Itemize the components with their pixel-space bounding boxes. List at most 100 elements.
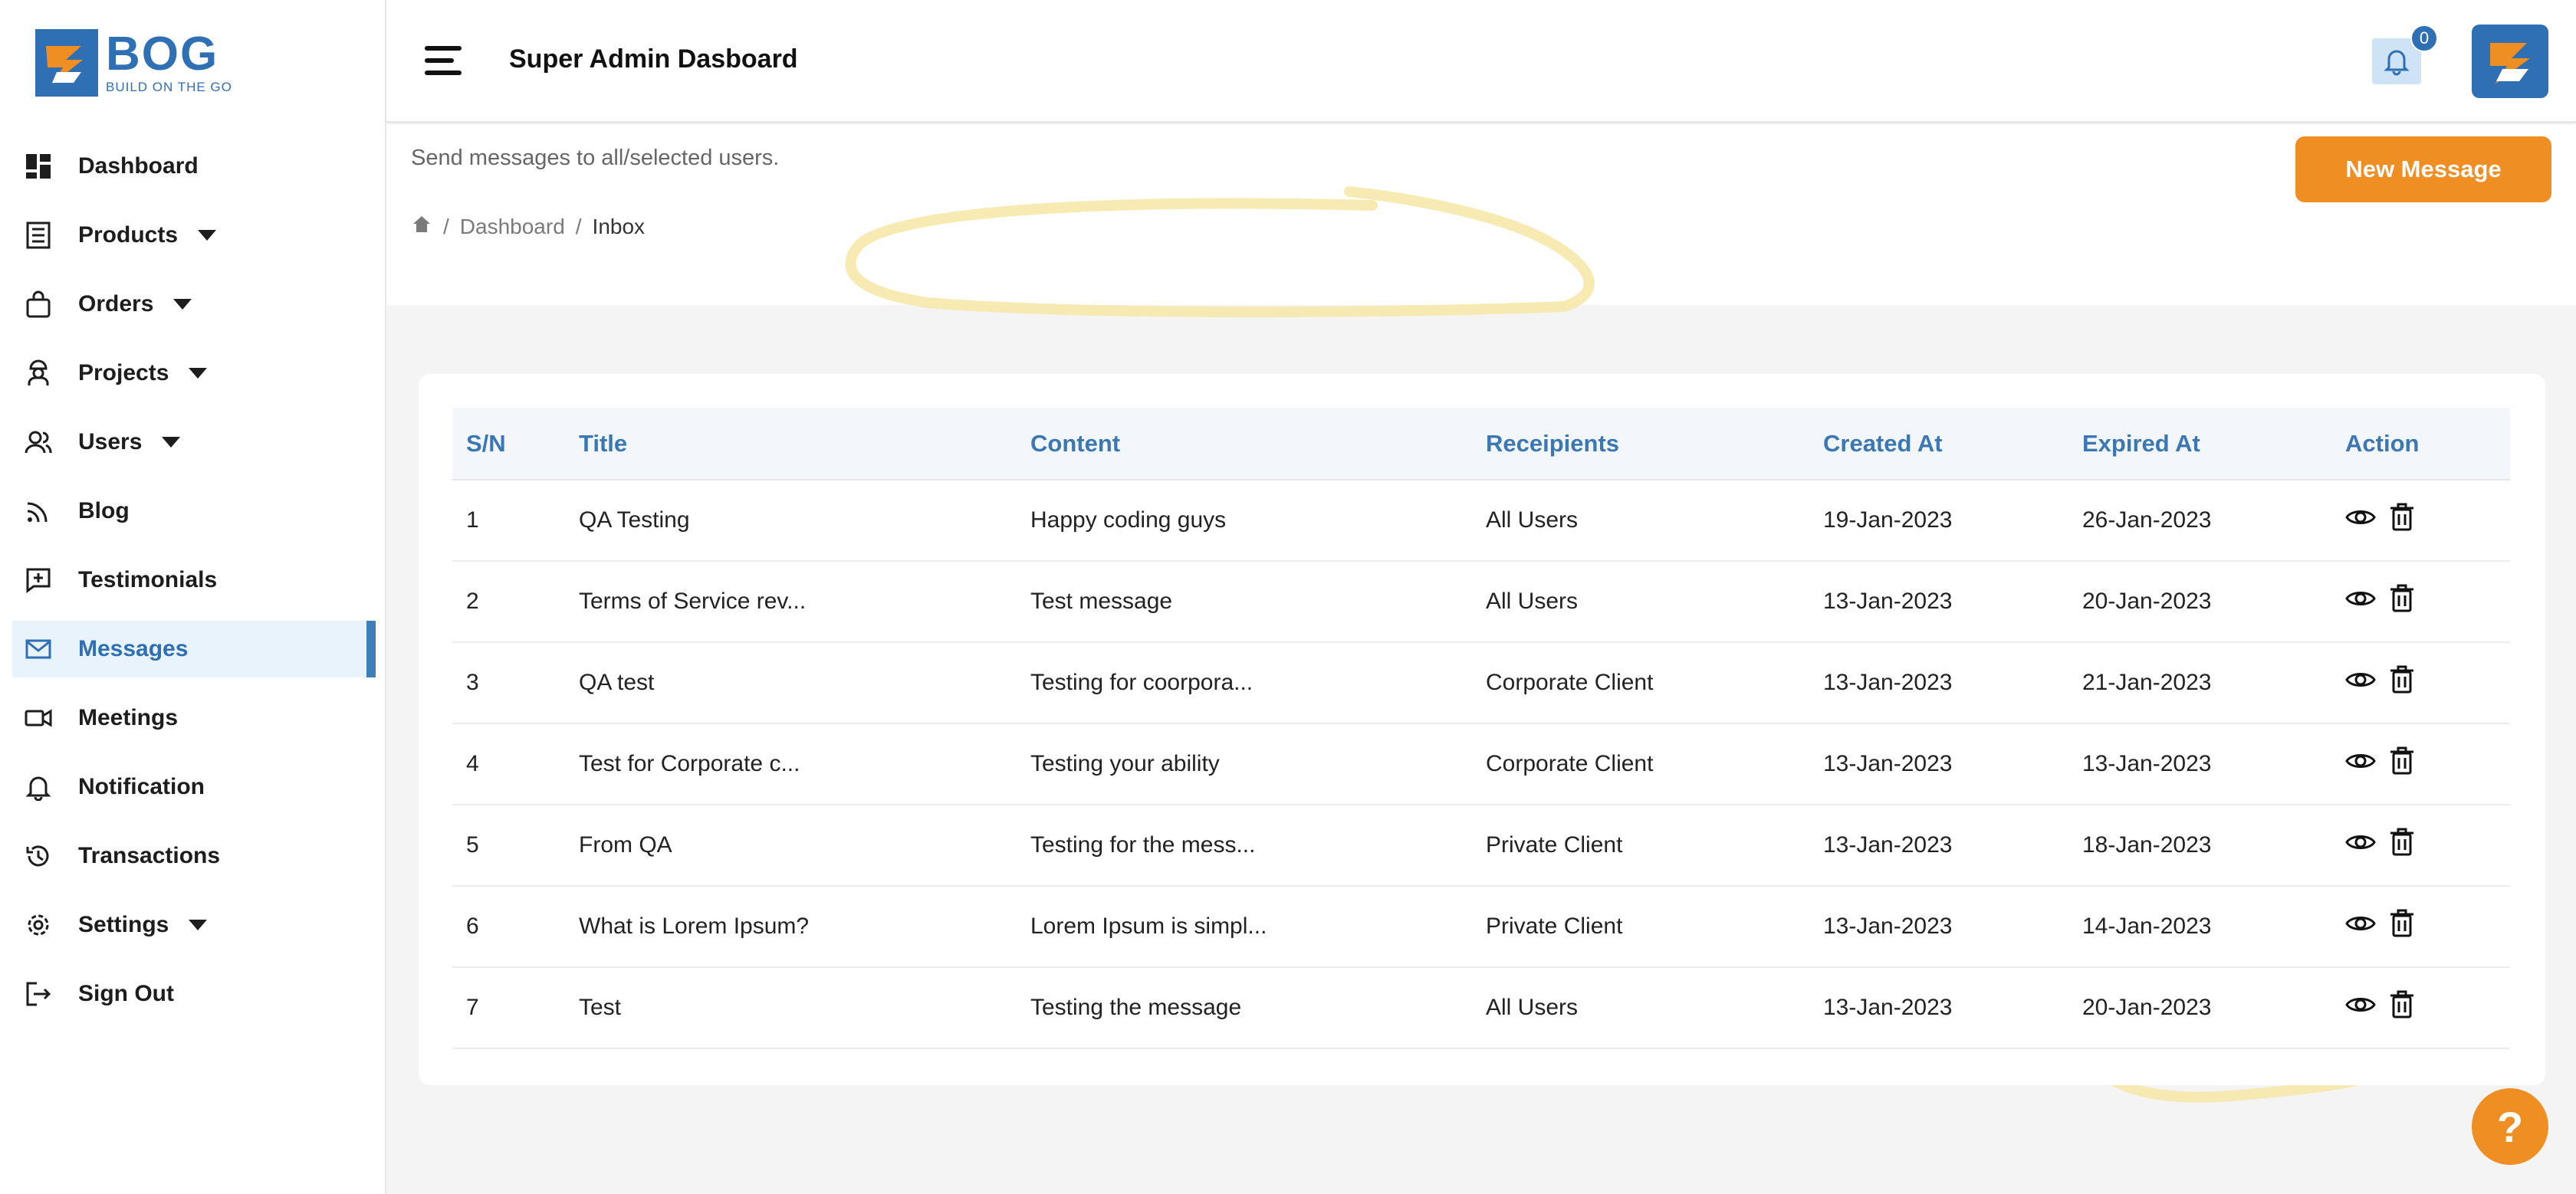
trash-icon[interactable] — [2388, 989, 2416, 1026]
sidebar-item-users[interactable]: Users — [12, 414, 376, 471]
column-header: Action — [2331, 408, 2510, 481]
eye-icon[interactable] — [2345, 746, 2376, 782]
brand-tagline: BUILD ON THE GO — [106, 80, 232, 94]
cell-actions — [2331, 480, 2510, 562]
column-header[interactable]: Content — [1017, 408, 1472, 481]
eye-icon[interactable] — [2345, 502, 2376, 539]
eye-icon[interactable] — [2345, 989, 2376, 1026]
cell-title: Test for Corporate c... — [565, 723, 1017, 805]
sidebar-item-label: Messages — [78, 636, 189, 661]
cell-content: Testing your ability — [1017, 723, 1472, 805]
sidebar-item-sign-out[interactable]: Sign Out — [12, 966, 376, 1022]
bag-icon — [23, 289, 54, 320]
cell-created-at: 13-Jan-2023 — [1809, 642, 2068, 724]
cell-title: Test — [565, 967, 1017, 1049]
table-header-row: S/N Title Content Receipients Created At… — [452, 408, 2510, 481]
notification-count-badge: 0 — [2410, 25, 2438, 52]
cell-created-at: 13-Jan-2023 — [1809, 967, 2068, 1049]
sidebar-item-notification[interactable]: Notification — [12, 759, 376, 815]
trash-icon[interactable] — [2388, 746, 2416, 782]
sidebar-item-orders[interactable]: Orders — [12, 276, 376, 333]
menu-toggle-icon[interactable] — [425, 46, 462, 77]
trash-icon[interactable] — [2388, 827, 2416, 864]
column-header[interactable]: S/N — [452, 408, 565, 481]
sidebar-item-label: Projects — [78, 360, 169, 385]
column-header[interactable]: Receipients — [1472, 408, 1809, 481]
cell-actions — [2331, 805, 2510, 887]
sidebar-item-settings[interactable]: Settings — [12, 897, 376, 953]
cell-expired-at: 21-Jan-2023 — [2068, 642, 2331, 724]
cell-actions — [2331, 886, 2510, 968]
sidebar-item-products[interactable]: Products — [12, 207, 376, 264]
cell-created-at: 13-Jan-2023 — [1809, 723, 2068, 805]
cell-recipients: Private Client — [1472, 886, 1809, 968]
cell-recipients: Corporate Client — [1472, 642, 1809, 724]
breadcrumb-dashboard-link[interactable]: Dashboard — [460, 215, 565, 239]
sidebar-item-label: Settings — [78, 912, 169, 937]
eye-icon[interactable] — [2345, 908, 2376, 945]
cell-content: Testing for the mess... — [1017, 805, 1472, 887]
cell-content: Lorem Ipsum is simpl... — [1017, 886, 1472, 968]
chevron-down-icon[interactable] — [173, 299, 192, 310]
cell-title: From QA — [565, 805, 1017, 887]
sidebar-item-transactions[interactable]: Transactions — [12, 828, 376, 884]
chevron-down-icon[interactable] — [189, 368, 208, 379]
avatar[interactable] — [2472, 25, 2548, 98]
cell-title: What is Lorem Ipsum? — [565, 886, 1017, 968]
sidebar-item-messages[interactable]: Messages — [12, 621, 376, 677]
brand-name: BOG — [106, 28, 219, 80]
trash-icon[interactable] — [2388, 908, 2416, 945]
chevron-down-icon[interactable] — [189, 920, 208, 930]
eye-icon[interactable] — [2345, 827, 2376, 864]
brand-logo[interactable]: BOG BUILD ON THE GO — [35, 29, 232, 97]
new-message-button[interactable]: New Message — [2295, 136, 2551, 202]
bell-icon — [2384, 50, 2410, 76]
sidebar-item-label: Notification — [78, 774, 205, 799]
table-row: 5 From QA Testing for the mess... Private C… — [452, 805, 2510, 887]
trash-icon[interactable] — [2388, 502, 2416, 539]
breadcrumb-current: Inbox — [592, 214, 646, 238]
testimonial-icon — [23, 565, 54, 595]
dashboard-icon — [23, 151, 54, 182]
chevron-down-icon[interactable] — [198, 230, 217, 241]
top-header: Super Admin Dasboard 0 — [386, 0, 2576, 123]
cell-content: Test message — [1017, 561, 1472, 643]
eye-icon[interactable] — [2345, 583, 2376, 620]
help-button[interactable]: ? — [2472, 1088, 2548, 1165]
sidebar-item-projects[interactable]: Projects — [12, 345, 376, 402]
rss-icon — [23, 496, 54, 526]
cell-recipients: Corporate Client — [1472, 723, 1809, 805]
worker-icon — [23, 358, 54, 389]
home-icon[interactable] — [411, 213, 432, 240]
sidebar-nav: Dashboard Products Orders Projects Users… — [12, 138, 376, 1035]
page-header-section: Send messages to all/selected users. / D… — [386, 124, 2576, 305]
column-header[interactable]: Expired At — [2068, 408, 2331, 481]
cell-content: Happy coding guys — [1017, 480, 1472, 562]
gear-icon — [23, 910, 54, 940]
trash-icon[interactable] — [2388, 664, 2416, 701]
eye-icon[interactable] — [2345, 664, 2376, 701]
cell-expired-at: 13-Jan-2023 — [2068, 723, 2331, 805]
cell-sn: 3 — [452, 642, 565, 724]
sidebar-item-label: Dashboard — [78, 153, 199, 179]
cell-expired-at: 18-Jan-2023 — [2068, 805, 2331, 887]
sidebar-item-meetings[interactable]: Meetings — [12, 690, 376, 746]
cell-actions — [2331, 723, 2510, 805]
chevron-down-icon[interactable] — [162, 437, 181, 448]
sidebar-item-dashboard[interactable]: Dashboard — [12, 138, 376, 195]
table-row: 6 What is Lorem Ipsum? Lorem Ipsum is simp… — [452, 886, 2510, 968]
cell-recipients: All Users — [1472, 967, 1809, 1049]
page-subtitle: Send messages to all/selected users. — [411, 146, 780, 170]
column-header[interactable]: Created At — [1809, 408, 2068, 481]
sidebar-item-label: Blog — [78, 498, 130, 523]
cell-sn: 7 — [452, 967, 565, 1049]
sidebar-item-label: Transactions — [78, 843, 221, 868]
cell-actions — [2331, 642, 2510, 724]
products-icon — [23, 220, 54, 251]
trash-icon[interactable] — [2388, 583, 2416, 620]
column-header[interactable]: Title — [565, 408, 1017, 481]
sidebar-item-blog[interactable]: Blog — [12, 483, 376, 540]
sidebar-item-label: Orders — [78, 291, 154, 317]
sidebar-item-testimonials[interactable]: Testimonials — [12, 552, 376, 608]
cell-recipients: All Users — [1472, 561, 1809, 643]
